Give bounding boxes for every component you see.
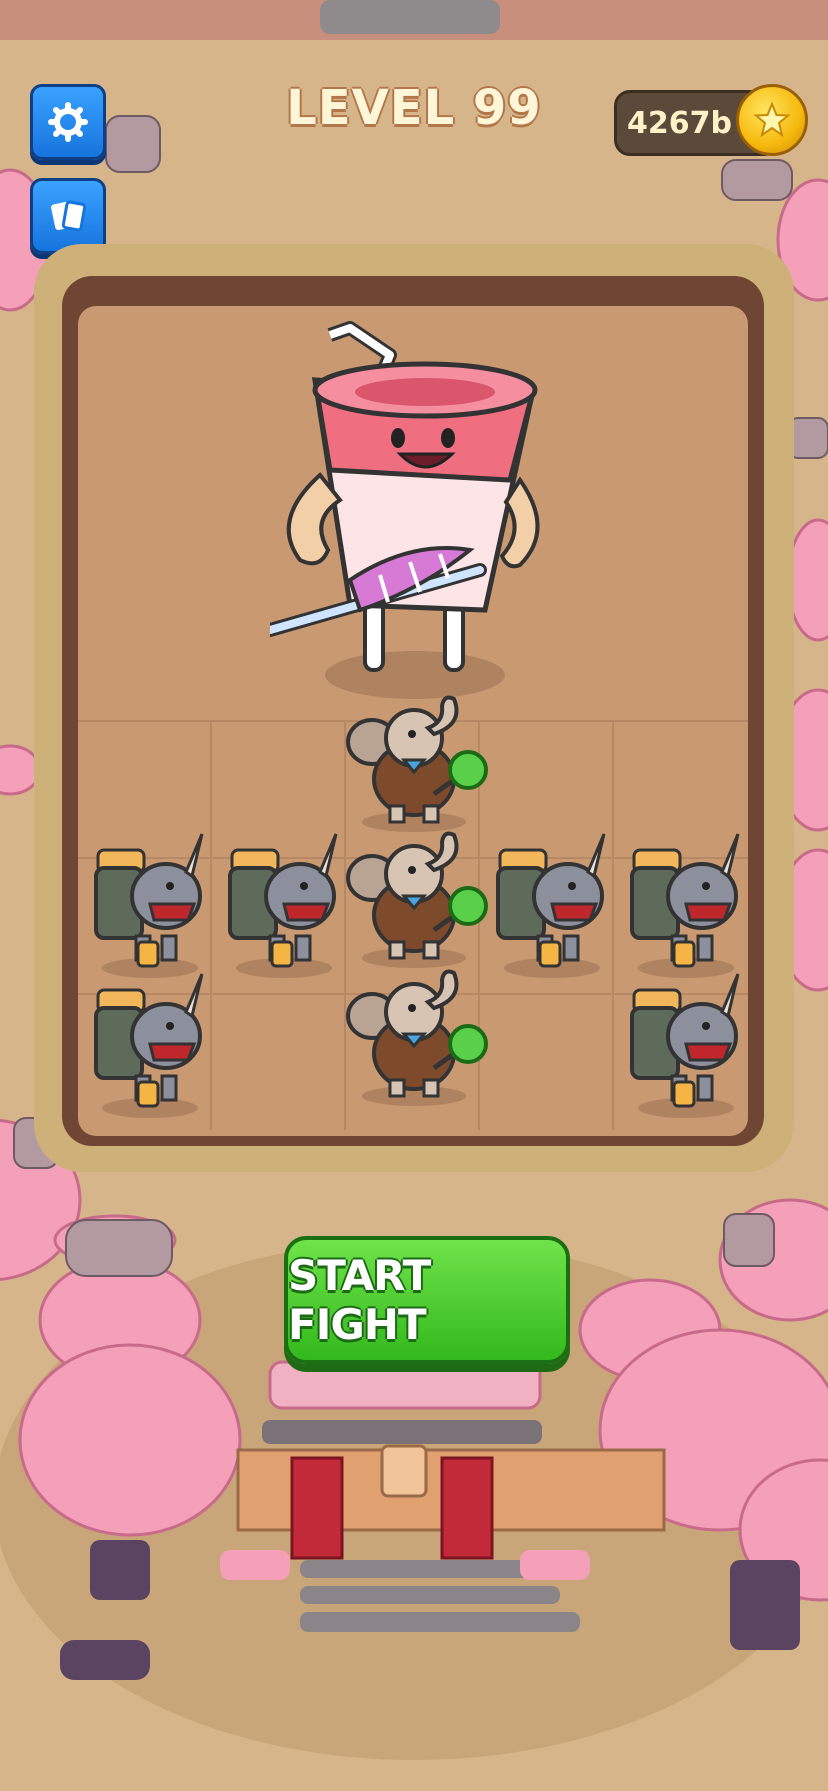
- elephant-unit[interactable]: [344, 830, 494, 970]
- rhino-unit[interactable]: [92, 832, 208, 982]
- cards-button[interactable]: [30, 178, 106, 254]
- cards-icon: [51, 200, 87, 232]
- start-fight-label: START FIGHT: [288, 1251, 431, 1349]
- grid-cell[interactable]: [212, 993, 346, 1130]
- elephant-unit[interactable]: [344, 968, 494, 1108]
- rhino-unit[interactable]: [628, 832, 744, 982]
- elephant-unit[interactable]: [344, 694, 494, 834]
- game-scene: LEVEL 99 4267b START FIGHT: [0, 0, 828, 1791]
- milkshake-cup-boss[interactable]: [270, 320, 540, 700]
- coin-amount: 4267b: [627, 105, 732, 141]
- grid-cell[interactable]: [480, 993, 614, 1130]
- coin-icon: [736, 84, 808, 156]
- rhino-unit[interactable]: [628, 972, 744, 1122]
- start-fight-button[interactable]: START FIGHT: [284, 1236, 570, 1364]
- rhino-unit[interactable]: [226, 832, 342, 982]
- rhino-unit[interactable]: [494, 832, 610, 982]
- rhino-unit[interactable]: [92, 972, 208, 1122]
- star-icon: [753, 101, 791, 138]
